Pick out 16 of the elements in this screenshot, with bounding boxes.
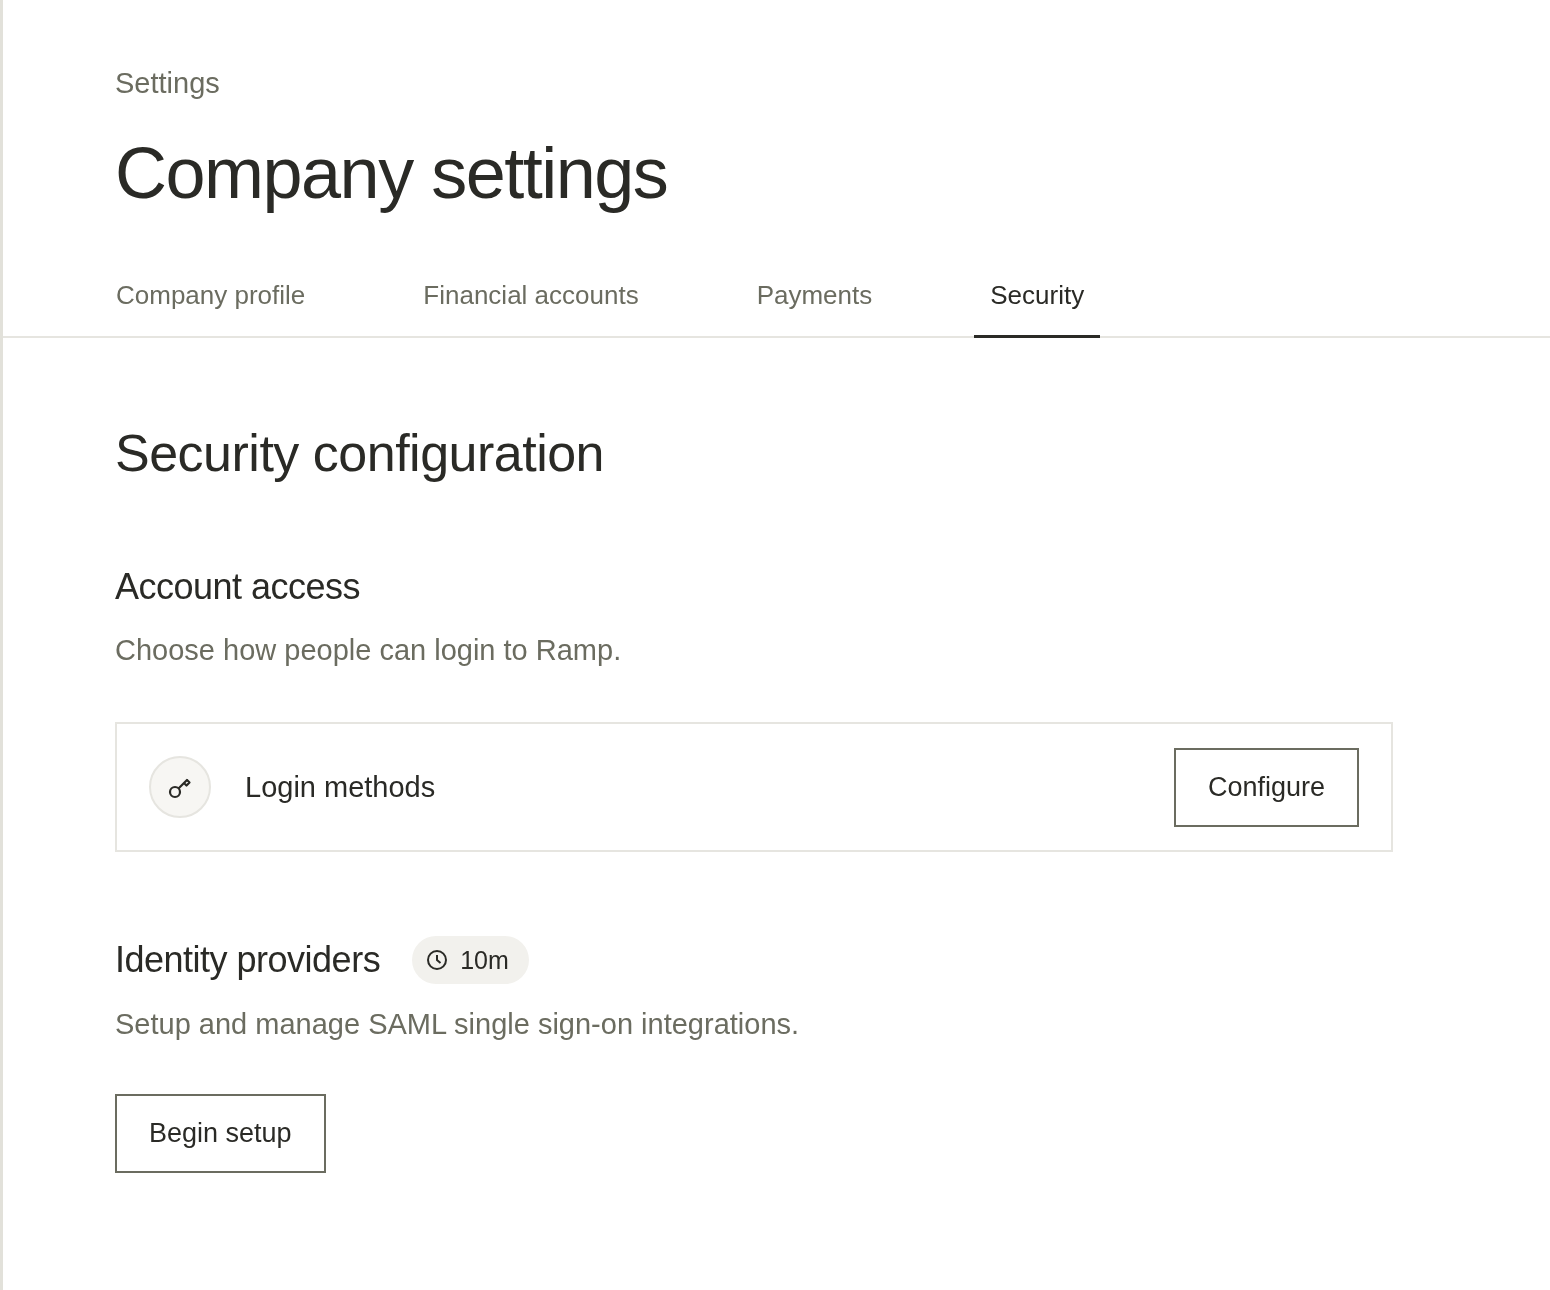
clock-icon <box>426 949 449 971</box>
section-heading: Account access <box>115 565 362 609</box>
badge-text: 10m <box>460 945 509 975</box>
tab[interactable]: Security <box>974 280 1101 338</box>
section-description: Setup and manage SAML single sign-on integrations. <box>115 1007 801 1042</box>
tab[interactable]: Payments <box>740 280 889 338</box>
configure-button[interactable]: Configure <box>1173 747 1359 827</box>
tab[interactable]: Financial accounts <box>407 280 655 338</box>
section-description: Choose how people can login to Ramp. <box>115 633 623 668</box>
section-title: Security configuration <box>115 423 606 484</box>
card-label: Login methods <box>245 770 437 804</box>
page-title: Company settings <box>115 132 669 215</box>
tab[interactable]: Company profile <box>100 280 322 338</box>
section-heading: Identity providers <box>115 938 381 982</box>
breadcrumb: Settings <box>115 66 221 101</box>
begin-setup-button[interactable]: Begin setup <box>115 1094 326 1173</box>
